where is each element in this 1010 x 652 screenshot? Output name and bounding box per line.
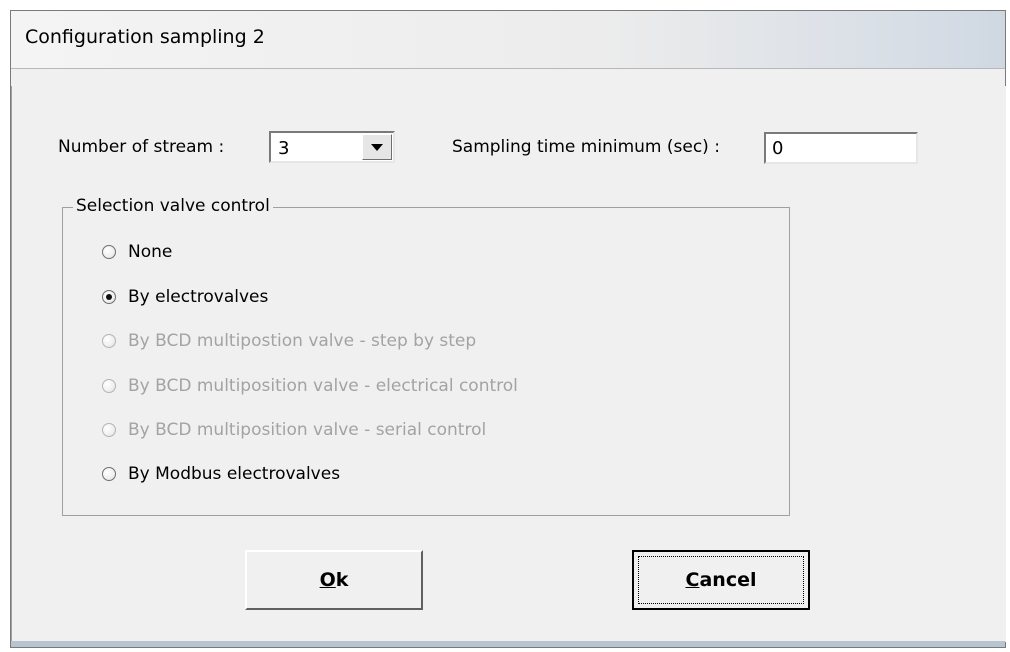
window-bottom-edge — [11, 641, 1005, 647]
radio-button-disabled — [102, 379, 116, 393]
stream-count-label: Number of stream : — [58, 137, 225, 157]
radio-option-electrovalves[interactable]: By electrovalves — [102, 284, 268, 310]
radio-label: By electrovalves — [128, 287, 269, 307]
radio-button-disabled — [102, 334, 116, 348]
radio-label: By BCD multipostion valve - step by step — [128, 331, 477, 351]
radio-button-disabled — [102, 423, 116, 437]
selection-valve-group-title: Selection valve control — [73, 196, 273, 216]
stream-count-value: 3 — [278, 138, 290, 159]
radio-option-modbus[interactable]: By Modbus electrovalves — [102, 461, 340, 487]
radio-label: By BCD multiposition valve - serial cont… — [128, 420, 487, 440]
radio-label: By Modbus electrovalves — [128, 464, 341, 484]
dialog-window: Configuration sampling 2 Number of strea… — [10, 10, 1006, 648]
title-bar[interactable]: Configuration sampling 2 — [11, 11, 1005, 69]
radio-option-none[interactable]: None — [102, 239, 172, 265]
radio-button[interactable] — [102, 467, 116, 481]
cancel-button[interactable]: Cancel — [632, 550, 810, 610]
focus-rectangle — [638, 556, 804, 604]
stream-count-select[interactable]: 3 — [269, 131, 395, 163]
radio-label: By BCD multiposition valve - electrical … — [128, 376, 518, 396]
radio-option-bcd-electrical: By BCD multiposition valve - electrical … — [102, 373, 518, 399]
radio-label: None — [128, 242, 173, 262]
radio-option-bcd-serial: By BCD multiposition valve - serial cont… — [102, 417, 486, 443]
radio-button[interactable] — [102, 245, 116, 259]
ok-accelerator: O — [319, 569, 336, 591]
radio-button-checked[interactable] — [102, 290, 116, 304]
radio-option-bcd-step: By BCD multipostion valve - step by step — [102, 328, 476, 354]
dialog-client-area: Number of stream : 3 Sampling time minim… — [11, 86, 1006, 642]
chevron-down-icon — [371, 144, 383, 151]
stream-count-dropdown-button[interactable] — [362, 134, 392, 160]
window-title: Configuration sampling 2 — [25, 26, 265, 48]
sampling-time-label: Sampling time minimum (sec) : — [452, 137, 720, 157]
ok-label-rest: k — [335, 569, 349, 591]
ok-button[interactable]: Ok — [245, 550, 423, 610]
sampling-time-input[interactable] — [764, 132, 918, 164]
